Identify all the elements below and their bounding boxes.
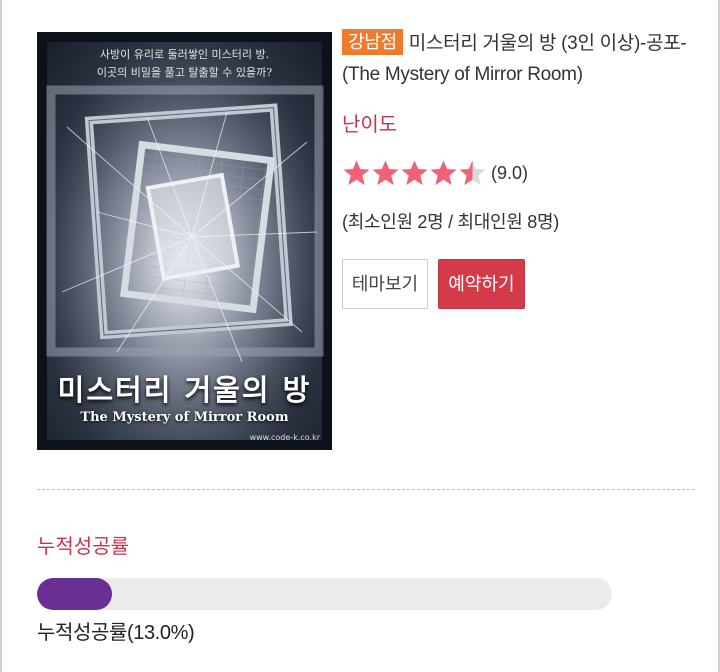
star-icon xyxy=(401,160,428,185)
poster-title-english: The Mystery of Mirror Room xyxy=(80,410,289,425)
reserve-button[interactable]: 예약하기 xyxy=(438,259,525,309)
success-rate-heading: 누적성공률 xyxy=(37,536,129,558)
theme-title-block: 강남점 미스터리 거울의 방 (3인 이상)-공포- (The Mystery o… xyxy=(342,28,708,90)
section-divider xyxy=(37,489,695,490)
theme-poster[interactable]: 사방이 유리로 둘러쌓인 미스터리 방. 이곳의 비밀을 풀고 탈출할 수 있을… xyxy=(37,32,332,450)
poster-tagline-line1: 사방이 유리로 둘러쌓인 미스터리 방. xyxy=(99,48,270,61)
difficulty-label: 난이도 xyxy=(342,114,398,136)
star-icon xyxy=(343,160,370,185)
view-theme-button[interactable]: 테마보기 xyxy=(342,259,428,309)
poster-tagline: 사방이 유리로 둘러쌓인 미스터리 방. 이곳의 비밀을 풀고 탈출할 수 있을… xyxy=(37,46,332,82)
rating-score: (9.0) xyxy=(491,162,529,183)
difficulty-rating: (9.0) xyxy=(342,158,528,188)
poster-url: www.code-k.co.kr xyxy=(249,433,320,442)
star-icon xyxy=(459,160,486,185)
left-border xyxy=(0,0,2,672)
star-icon xyxy=(430,160,457,185)
poster-tagline-line2: 이곳의 비밀을 풀고 탈출할 수 있을까? xyxy=(96,66,273,79)
success-rate-caption: 누적성공률(13.0%) xyxy=(37,622,195,644)
success-rate-bar xyxy=(37,578,612,610)
star-icon xyxy=(372,160,399,185)
success-rate-bar-fill xyxy=(37,578,112,610)
player-capacity: (최소인원 2명 / 최대인원 8명) xyxy=(342,212,559,232)
star-rating xyxy=(342,159,487,187)
branch-badge: 강남점 xyxy=(342,29,403,55)
poster-title-korean: 미스터리 거울의 방 xyxy=(57,373,312,407)
